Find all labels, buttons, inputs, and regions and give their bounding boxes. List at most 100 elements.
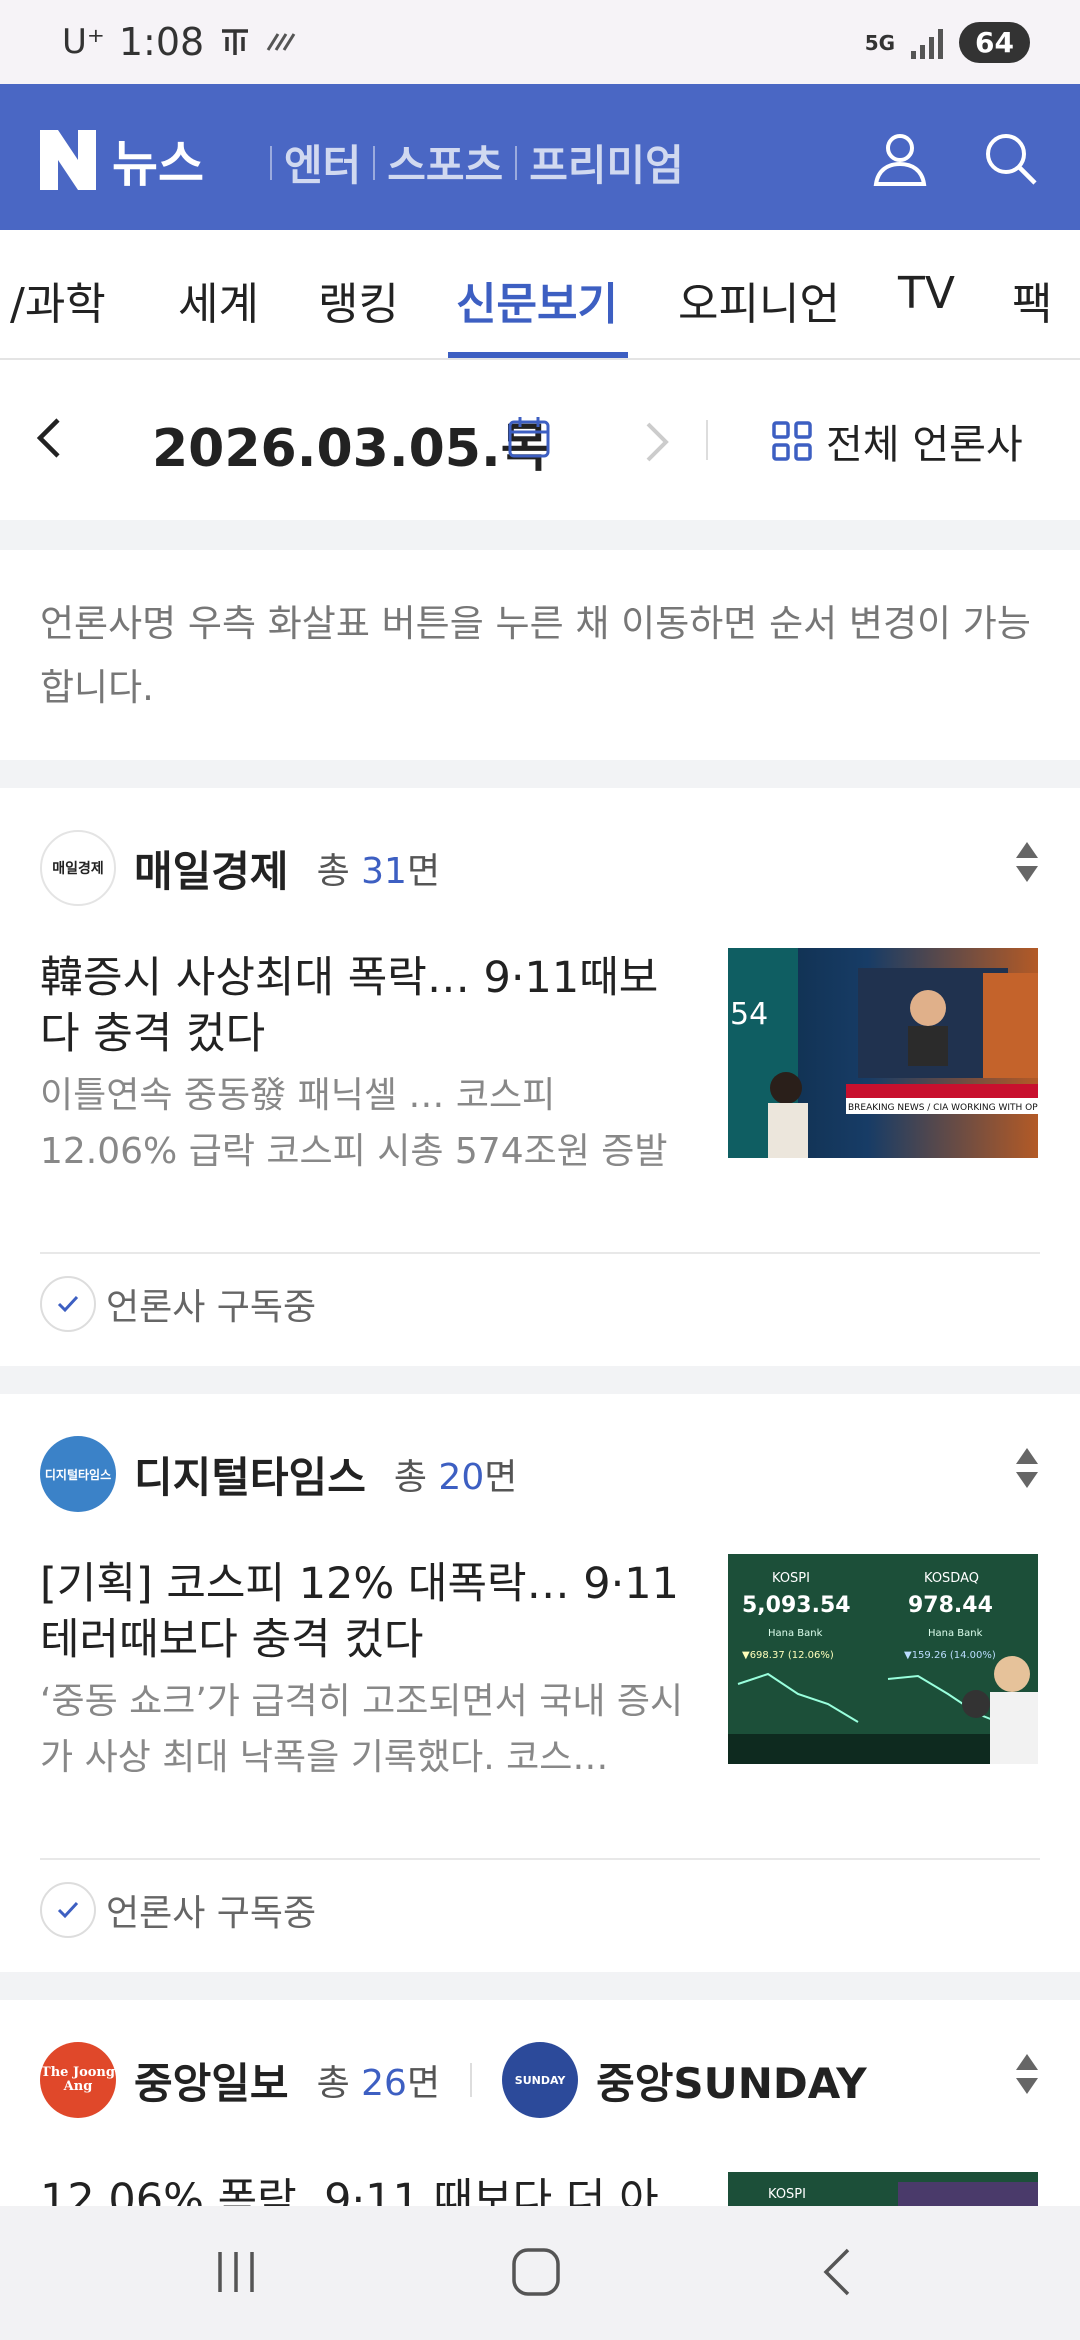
thumb-kospi-change: ▼698.37 (12.06%) [742, 1650, 834, 1661]
reorder-handle-icon[interactable] [1014, 2052, 1040, 2096]
page-count-prefix: 총 [393, 1457, 439, 1498]
subscribed-status[interactable]: 언론사 구독중 [40, 1882, 316, 1938]
header-nav: 엔터 스포츠 프리미엄 [258, 132, 684, 193]
page-count: 총 31면 [317, 842, 441, 894]
subscribed-label: 언론사 구독중 [106, 1287, 317, 1328]
status-left: U⁺ 1:08 [62, 20, 298, 64]
check-circle-icon [40, 1276, 96, 1332]
press-name: 매일경제 [134, 846, 289, 896]
calendar-icon[interactable] [506, 414, 552, 460]
card-divider [40, 1858, 1040, 1860]
signal-strength-icon [911, 27, 944, 59]
carrier-label: U⁺ [62, 22, 105, 62]
page-count-prefix: 총 [316, 2063, 362, 2104]
divider [706, 420, 708, 460]
subscribed-status[interactable]: 언론사 구독중 [40, 1276, 316, 1332]
thumb-side-text: 54 [730, 997, 768, 1032]
news-broadcast-image: 54 BREAKING NEWS / CIA WORKING WITH OPPO… [728, 948, 1038, 1158]
all-press-button[interactable]: 전체 언론사 [772, 412, 1023, 470]
tip-text: 언론사명 우측 화살표 버튼을 누른 채 이동하면 순서 변경이 가능합니다. [40, 602, 1031, 709]
thumb-caption: BREAKING NEWS / CIA WORKING WITH OPPOSIT… [848, 1103, 1038, 1113]
article-headline[interactable]: 韓증시 사상최대 폭락… 9·11때보다 충격 컸다 [40, 950, 690, 1062]
page-count-suffix: 면 [406, 851, 441, 892]
press-name: 중앙일보 [134, 2058, 289, 2108]
press-logo: The Joong Ang [40, 2042, 116, 2118]
date-navigator: 2026.03.05.목 전체 언론사 [0, 360, 1080, 520]
article-thumbnail[interactable]: KOSPI KOSDAQ 5,093.54 978.44 Hana Bank H… [728, 1554, 1038, 1764]
subscribed-label: 언론사 구독중 [106, 1893, 317, 1934]
page-count-suffix: 면 [484, 1457, 518, 1498]
thumb-kospi-label: KOSPI [768, 2187, 806, 2202]
press-logo-text: The Joong Ang [41, 2065, 115, 2094]
tab-opinion[interactable]: 오피니언 [678, 268, 840, 332]
status-right: 5G 64 [865, 22, 1030, 63]
thumb-kosdaq-change: ▼159.26 (14.00%) [904, 1650, 996, 1661]
thumb-kosdaq-label: KOSDAQ [924, 1571, 979, 1586]
battery-indicator: 64 [959, 22, 1030, 63]
page-count-prefix: 총 [316, 851, 362, 892]
check-circle-icon [40, 1882, 96, 1938]
reorder-handle-icon[interactable] [1014, 1446, 1040, 1490]
press-name: 디지털타임스 [134, 1452, 366, 1502]
article-headline[interactable]: 12.06% 폭락, 9·11 때보다 더 아팠 [40, 2172, 690, 2206]
press-card-digitaltimes: 디지털타임스 디지털타임스 총 20면 [기획] 코스피 12% 대폭락… 9·… [0, 1394, 1080, 1972]
back-icon[interactable] [810, 2242, 870, 2302]
data-sync-icon [266, 33, 296, 51]
next-date-icon[interactable] [636, 412, 676, 472]
naver-news-logo[interactable]: 뉴스 [40, 124, 204, 196]
tab-world[interactable]: 세계 [178, 268, 259, 332]
thumb-kospi-value: 5,093.54 [742, 1593, 851, 1618]
article-summary[interactable]: 이틀연속 중동發 패닉셀 … 코스피 12.06% 급락 코스피 시총 574조… [40, 1068, 690, 1180]
tab-it-science[interactable]: /과학 [10, 268, 106, 332]
article-summary[interactable]: ‘중동 쇼크’가 급격히 고조되면서 국내 증시가 사상 최대 낙폭을 기록했다… [40, 1674, 690, 1786]
logo-text: 뉴스 [112, 135, 204, 193]
prev-date-icon[interactable] [30, 408, 70, 468]
nav-separator [515, 145, 518, 180]
clock: 1:08 [118, 20, 205, 64]
press-header[interactable]: The Joong Ang 중앙일보 총 26면 SUNDAY 중앙SUNDAY [40, 2040, 867, 2120]
reorder-tip: 언론사명 우측 화살표 버튼을 누른 채 이동하면 순서 변경이 가능합니다. [0, 550, 1080, 760]
nav-sports[interactable]: 스포츠 [387, 132, 503, 193]
tab-newspaper[interactable]: 신문보기 [456, 268, 618, 332]
current-date[interactable]: 2026.03.05.목 [152, 406, 549, 481]
recent-apps-icon[interactable] [206, 2242, 266, 2302]
system-nav-bar [0, 2206, 1080, 2340]
tab-factcheck[interactable]: 팩 [1012, 268, 1052, 332]
thumb-bank-right: Hana Bank [928, 1628, 983, 1639]
header-icons [870, 128, 1040, 188]
search-icon[interactable] [980, 128, 1040, 188]
press2-name: 중앙SUNDAY [596, 2058, 867, 2108]
tab-tv[interactable]: TV [898, 268, 955, 319]
press-logo: 매일경제 [40, 830, 116, 906]
active-tab-indicator [448, 352, 628, 358]
thumb-kospi-label: KOSPI [772, 1571, 810, 1586]
press-logo: 디지털타임스 [40, 1436, 116, 1512]
naver-n-icon [40, 130, 96, 190]
press-header[interactable]: 디지털타임스 디지털타임스 총 20면 [40, 1434, 517, 1514]
page-count: 총 26면 [317, 2054, 441, 2106]
press-card-joongang: The Joong Ang 중앙일보 총 26면 SUNDAY 중앙SUNDAY… [0, 2000, 1080, 2206]
all-press-label: 전체 언론사 [826, 422, 1023, 468]
page-count-number: 20 [438, 1457, 485, 1498]
t-signal-icon [222, 29, 249, 55]
press-logo-text: 디지털타임스 [44, 1467, 112, 1482]
home-icon[interactable] [506, 2242, 566, 2302]
card-divider [40, 1252, 1040, 1254]
press-header[interactable]: 매일경제 매일경제 총 31면 [40, 828, 440, 908]
article-thumbnail[interactable]: 54 BREAKING NEWS / CIA WORKING WITH OPPO… [728, 948, 1038, 1158]
thumb-bank-left: Hana Bank [768, 1628, 823, 1639]
nav-premium[interactable]: 프리미엄 [529, 132, 684, 193]
page-count-number: 26 [361, 2063, 407, 2104]
stock-board-image: KOSPI KOSDAQ 5,093.54 978.44 Hana Bank H… [728, 1554, 1038, 1764]
article-headline[interactable]: [기획] 코스피 12% 대폭락… 9·11 테러때보다 충격 컸다 [40, 1556, 690, 1668]
nav-entertainment[interactable]: 엔터 [284, 132, 361, 193]
reorder-handle-icon[interactable] [1014, 840, 1040, 884]
user-icon[interactable] [870, 128, 930, 188]
stock-board-image: KOSPI [768, 2182, 1038, 2206]
press-logo-text: 매일경제 [52, 861, 104, 877]
press-separator [470, 2063, 473, 2097]
tab-ranking[interactable]: 랭킹 [318, 268, 399, 332]
press2-logo: SUNDAY [502, 2042, 579, 2118]
nav-separator [270, 145, 272, 180]
article-thumbnail[interactable]: KOSPI [728, 2172, 1038, 2206]
